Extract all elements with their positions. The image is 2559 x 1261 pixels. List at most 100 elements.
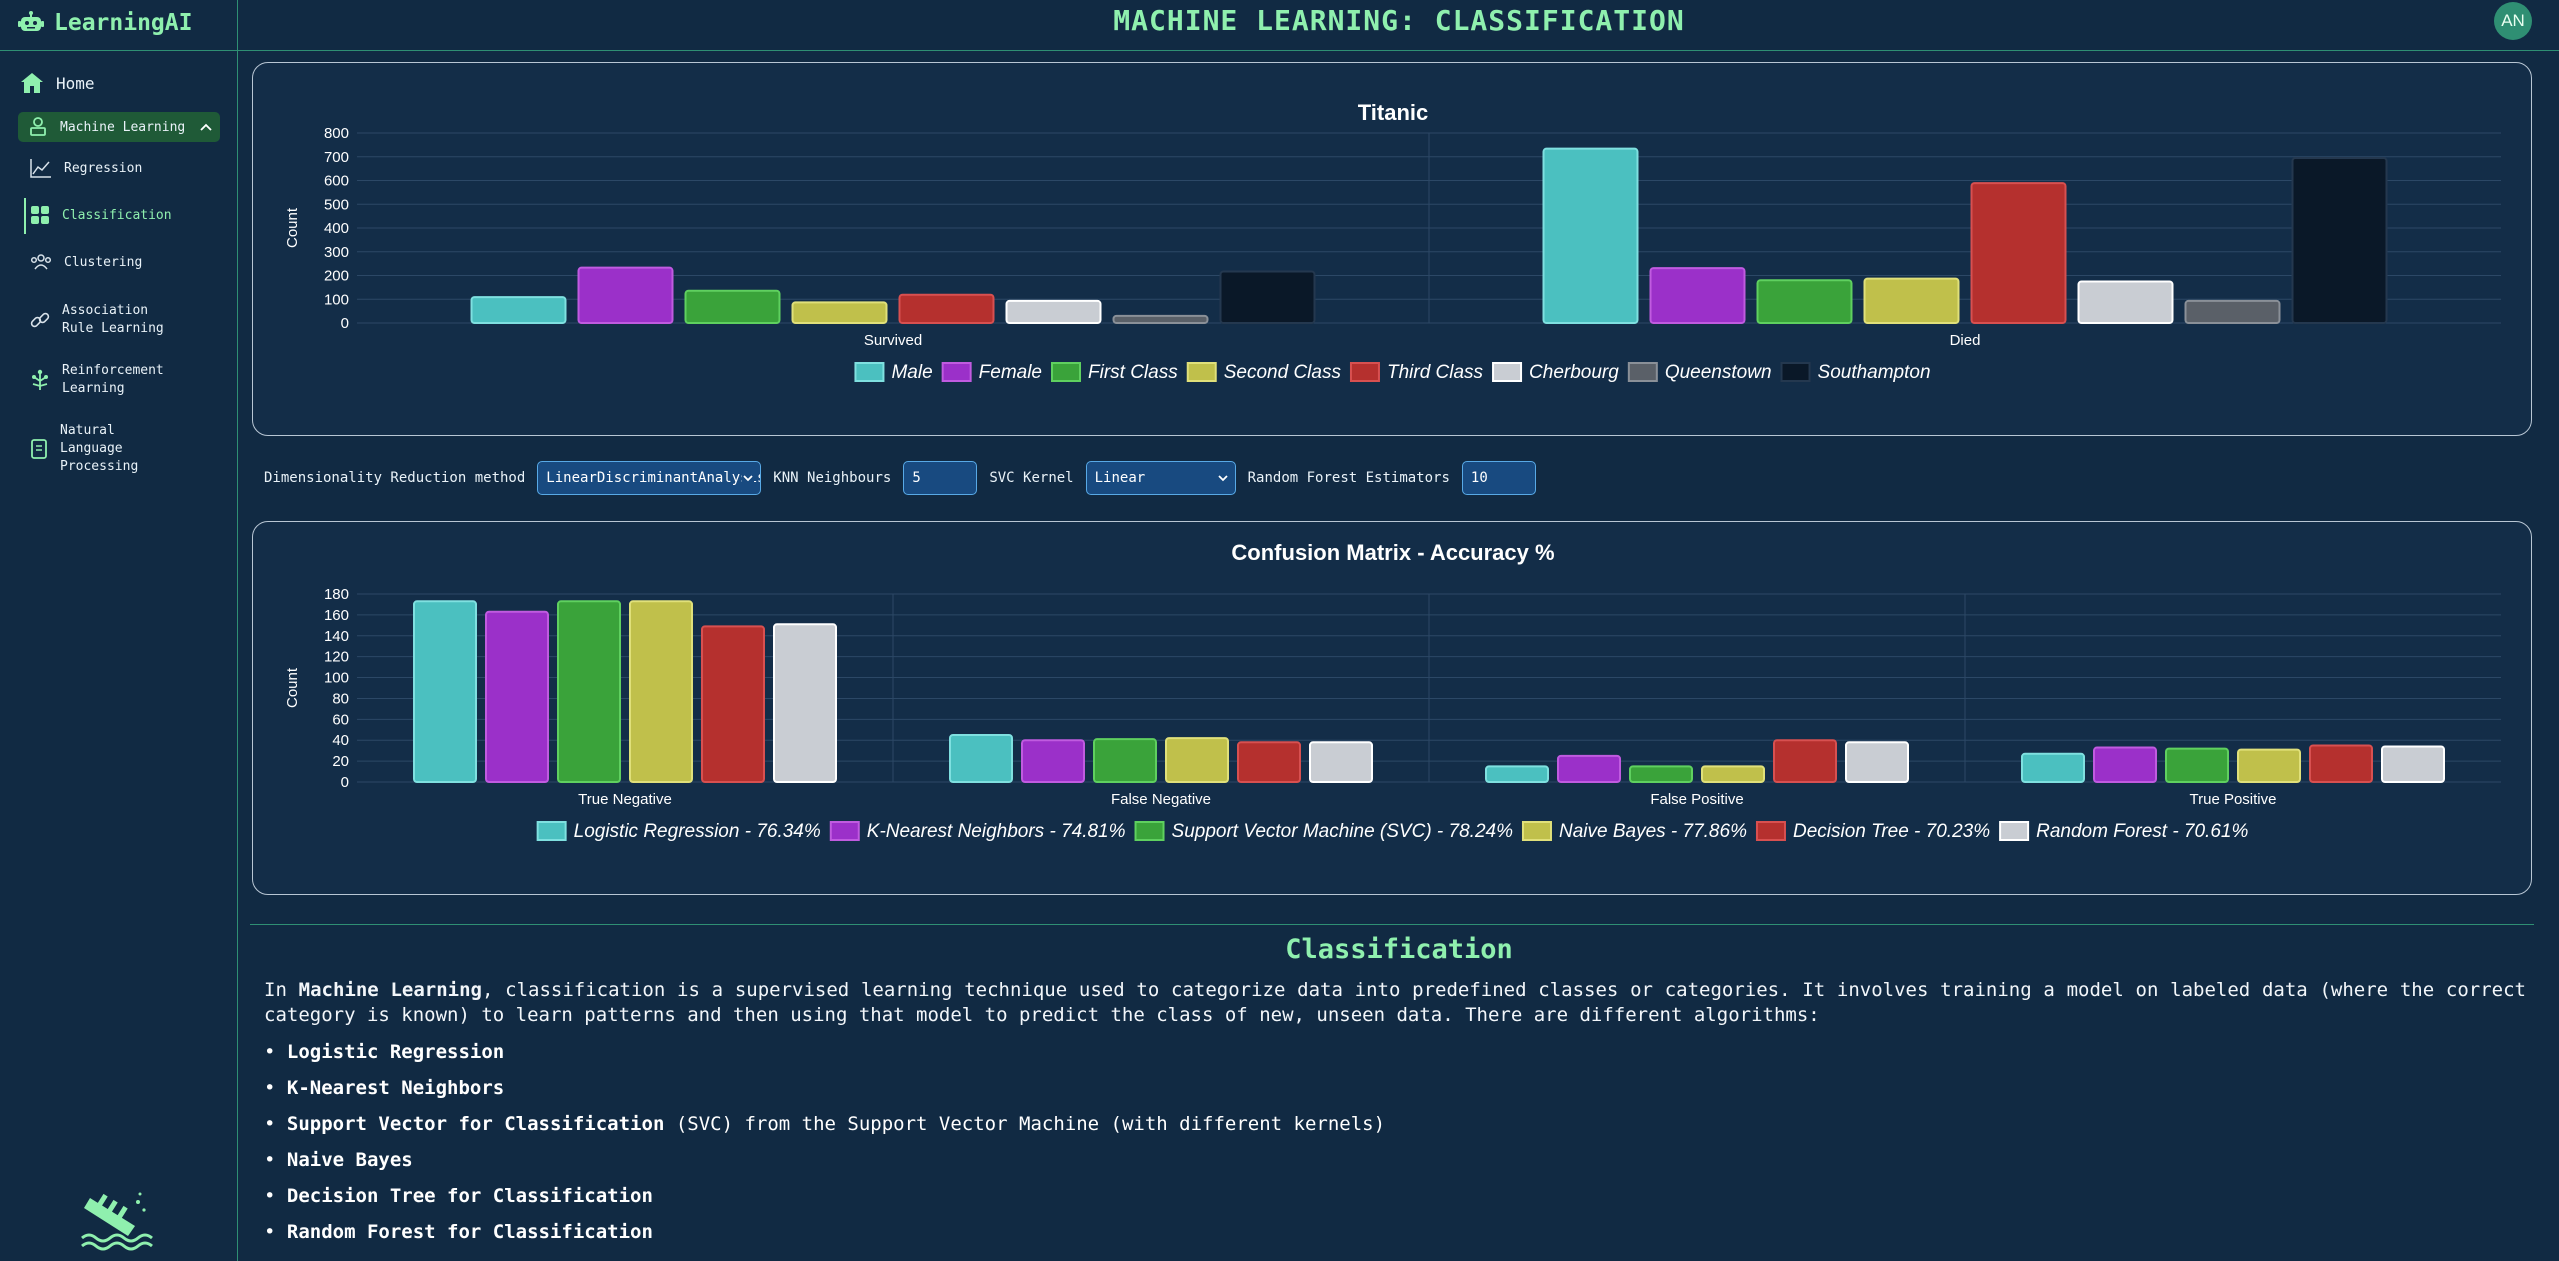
chevron-up-icon[interactable] (200, 123, 212, 131)
legend-swatch (1755, 821, 1786, 841)
svc-kernel-select[interactable]: Linear (1085, 461, 1236, 495)
bar (2291, 156, 2388, 324)
legend-item: Queenstown (1627, 362, 1772, 383)
bar (470, 296, 567, 325)
x-tick-label: False Positive (1650, 791, 1743, 808)
bar (2309, 744, 2373, 783)
bar (1863, 277, 1960, 324)
algorithm-name: Support Vector for Classification (286, 1113, 665, 1135)
dimensionality-reduction-select[interactable]: LinearDiscriminantAnalysis (537, 461, 762, 495)
legend-swatch (536, 821, 567, 841)
bar (949, 734, 1013, 783)
sidebar-item-association-rule-learning[interactable]: Association Rule Learning (30, 302, 182, 338)
bar (1773, 739, 1837, 784)
knn-neighbours-input[interactable]: 5 (903, 461, 978, 495)
sidebar-item-home[interactable]: Home (20, 72, 95, 94)
sidebar-item-clustering[interactable]: Clustering (30, 253, 142, 271)
list-item: Decision Tree for Classification (264, 1178, 1385, 1214)
bar (1112, 314, 1209, 324)
algorithm-name: Random Forest for Classification (286, 1221, 653, 1243)
bar (1485, 765, 1549, 783)
book-icon (31, 439, 47, 459)
rf-label: Random Forest Estimators (1247, 470, 1450, 486)
legend-swatch (1999, 821, 2030, 841)
sidebar-item-label: Classification (62, 207, 172, 223)
algorithm-name: Naive Bayes (286, 1149, 413, 1171)
y-tick-label: 0 (341, 315, 349, 332)
bar (1701, 765, 1765, 783)
sidebar-item-reinforcement-learning[interactable]: Reinforcement Learning (30, 362, 172, 398)
legend-swatch (1521, 821, 1552, 841)
content-divider (250, 924, 2534, 925)
users-icon (30, 254, 52, 270)
legend-item: Naive Bayes - 77.86% (1521, 821, 1747, 842)
bar (1219, 270, 1316, 324)
bar (773, 623, 837, 783)
dr-label: Dimensionality Reduction method (264, 470, 526, 486)
sidebar-section-label: Machine Learning (60, 119, 186, 135)
bar (1165, 737, 1229, 783)
bar (557, 600, 621, 783)
app-name: LearningAI (54, 10, 193, 36)
bar (1756, 279, 1853, 324)
svc-value: Linear (1094, 470, 1146, 486)
sidebar-item-regression[interactable]: Regression (30, 158, 142, 178)
brand[interactable]: LearningAI (18, 8, 192, 38)
bar (2237, 748, 2301, 783)
knn-label: KNN Neighbours (773, 470, 892, 486)
intro-prefix: In (264, 979, 299, 1001)
legend-swatch (1492, 362, 1523, 382)
bar (2093, 746, 2157, 784)
chart-title: Confusion Matrix - Accuracy % (1231, 540, 1554, 565)
sidebar-item-classification[interactable]: Classification (30, 205, 172, 225)
y-tick-label: 100 (324, 670, 349, 687)
bar (2381, 745, 2445, 784)
sidebar-divider (0, 50, 238, 51)
line-chart-icon (30, 159, 51, 178)
bar (701, 625, 765, 783)
legend-label: Queenstown (1665, 362, 1772, 383)
legend-label: K-Nearest Neighbors - 74.81% (867, 821, 1126, 842)
sidebar-item-label: Regression (64, 160, 143, 176)
random-forest-estimators-input[interactable]: 10 (1461, 461, 1536, 495)
sinking-ship-icon (81, 1192, 153, 1251)
legend-item: Random Forest - 70.61% (1999, 821, 2248, 842)
home-icon (21, 73, 43, 93)
bar (2165, 747, 2229, 783)
list-item: Logistic Regression (264, 1034, 1385, 1070)
y-tick-label: 400 (324, 220, 349, 237)
sidebar-item-label: Association Rule Learning (62, 303, 164, 336)
sidebar-item-machine-learning[interactable]: Machine Learning (18, 112, 220, 142)
person-laptop-icon (30, 117, 46, 136)
titanic-chart: Titanic Count 0 100 200 300 400 500 600 700 800 Sur… (284, 100, 2501, 383)
intro-rest: , classification is a supervised learnin… (264, 979, 2526, 1026)
chevron-down-icon (1217, 475, 1228, 482)
legend-swatch (1051, 362, 1081, 382)
sidebar-item-natural-language-processing[interactable]: Natural Language Processing (30, 422, 180, 476)
y-tick-label: 140 (324, 628, 349, 645)
bar (2077, 280, 2174, 324)
y-tick-label: 300 (324, 244, 349, 261)
y-tick-label: 120 (324, 649, 349, 666)
list-item: Naive Bayes (264, 1142, 1385, 1178)
bar (413, 600, 477, 783)
dr-value: LinearDiscriminantAnalysis (546, 470, 762, 486)
bar (1021, 739, 1085, 784)
legend-item: Support Vector Machine (SVC) - 78.24% (1134, 821, 1513, 842)
sidebar-item-label: Natural Language Processing (60, 423, 139, 474)
header-divider (238, 50, 2559, 51)
bar (1557, 754, 1621, 783)
legend-swatch (1349, 362, 1380, 382)
legend-item: Male (854, 362, 933, 383)
bar (2184, 299, 2281, 325)
legend-label: Random Forest - 70.61% (2036, 821, 2248, 842)
bar (791, 301, 888, 324)
y-axis-label: Count (284, 207, 301, 248)
legend-label: Decision Tree - 70.23% (1793, 821, 1990, 842)
legend-item: Second Class (1186, 362, 1341, 383)
legend-item: Decision Tree - 70.23% (1755, 821, 1990, 842)
avatar[interactable]: AN (2494, 2, 2532, 40)
bar (1005, 299, 1102, 325)
bar (629, 600, 693, 783)
legend-label: Southampton (1818, 362, 1931, 383)
